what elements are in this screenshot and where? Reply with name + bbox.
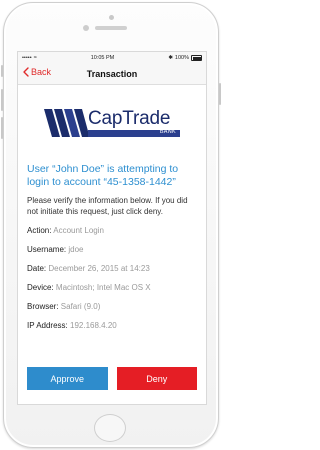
detail-label: Device: [27, 283, 54, 292]
deny-button[interactable]: Deny [116, 367, 197, 390]
power-button [219, 83, 221, 105]
phone-frame: ••••• ≈ 10:05 PM ✱ 100% Back Transaction [1, 2, 221, 448]
detail-device: Device: Macintosh; Intel Mac OS X [27, 283, 197, 293]
volume-down-button [1, 117, 3, 139]
detail-date: Date: December 26, 2015 at 14:23 [27, 264, 197, 274]
transaction-content: CapTrade BANK User “John Doe” is attempt… [18, 107, 206, 331]
logo-bank-text: BANK [159, 129, 176, 135]
chevron-left-icon [23, 67, 29, 77]
sensor-dot [109, 15, 114, 20]
back-label: Back [31, 67, 52, 77]
detail-value: Account Login [53, 226, 104, 235]
detail-value: Safari (9.0) [60, 302, 101, 311]
action-buttons: Approve Deny [27, 367, 197, 390]
detail-label: Username: [27, 245, 67, 254]
detail-action: Action: Account Login [27, 226, 197, 236]
back-button[interactable]: Back [23, 67, 51, 77]
detail-value: December 26, 2015 at 14:23 [48, 264, 150, 273]
bluetooth-icon: ✱ [168, 55, 173, 61]
phone-screen: ••••• ≈ 10:05 PM ✱ 100% Back Transaction [17, 51, 207, 405]
detail-username: Username: jdoe [27, 245, 197, 255]
page-title: Transaction [86, 69, 138, 79]
captrade-logo: CapTrade BANK [44, 107, 180, 141]
battery-icon [191, 55, 202, 61]
volume-up-button [1, 89, 3, 111]
detail-label: Action: [27, 226, 52, 235]
logo-bank-bar: BANK [88, 129, 180, 137]
navigation-bar: Back Transaction [18, 64, 206, 85]
detail-value: 192.168.4.20 [70, 321, 117, 330]
detail-label: Browser: [27, 302, 59, 311]
detail-ip-address: IP Address: 192.168.4.20 [27, 321, 197, 331]
detail-label: IP Address: [27, 321, 68, 330]
approve-button[interactable]: Approve [27, 367, 108, 390]
status-right: ✱ 100% [168, 55, 202, 61]
detail-browser: Browser: Safari (9.0) [27, 302, 197, 312]
signal-strength-icon: ••••• [22, 55, 32, 61]
home-button[interactable] [94, 414, 126, 442]
login-attempt-headline: User “John Doe” is attempting to login t… [27, 163, 179, 188]
detail-value: jdoe [68, 245, 84, 254]
status-left: ••••• ≈ [22, 55, 37, 61]
earpiece-speaker [95, 26, 127, 30]
mute-switch [1, 65, 3, 77]
wifi-icon: ≈ [33, 55, 37, 61]
verification-instructions: Please verify the information below. If … [27, 196, 188, 216]
status-bar: ••••• ≈ 10:05 PM ✱ 100% [18, 52, 206, 64]
transaction-details: Action: Account Login Username: jdoe Dat… [27, 226, 197, 331]
front-camera [83, 25, 89, 31]
captrade-logo-mark [44, 109, 88, 137]
logo-name: CapTrade [88, 108, 171, 129]
battery-percent: 100% [174, 55, 189, 61]
detail-value: Macintosh; Intel Mac OS X [55, 283, 151, 292]
detail-label: Date: [27, 264, 47, 273]
status-time: 10:05 PM [90, 55, 115, 61]
